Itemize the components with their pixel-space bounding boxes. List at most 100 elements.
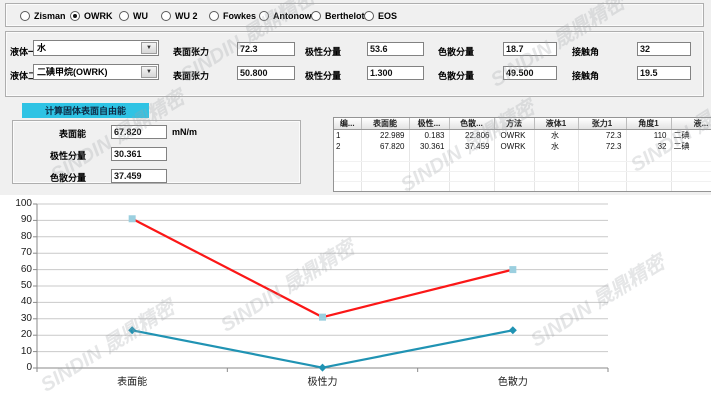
- radio-icon[interactable]: [209, 11, 219, 21]
- y-axis-tick-label: 80: [2, 231, 32, 242]
- contact-angle-label: 接触角: [572, 45, 599, 58]
- col-header-tension1[interactable]: 张力1: [578, 118, 626, 130]
- table-cell[interactable]: 32: [626, 141, 671, 152]
- method-radio-fowkes[interactable]: Fowkes: [209, 9, 256, 22]
- col-header-liquid2[interactable]: 液...: [671, 118, 711, 130]
- table-cell[interactable]: 二碘: [671, 130, 711, 142]
- liquid2-contact-angle-input[interactable]: [637, 66, 691, 80]
- table-cell: [334, 152, 361, 162]
- y-axis-tick-label: 30: [2, 313, 32, 324]
- table-cell[interactable]: 二碘: [671, 141, 711, 152]
- calculate-surface-energy-button[interactable]: 计算固体表面自由能: [22, 103, 149, 118]
- y-axis-tick-label: 0: [2, 362, 32, 373]
- method-radio-wu[interactable]: WU: [119, 9, 148, 22]
- table-empty-row[interactable]: [334, 192, 711, 193]
- table-cell[interactable]: 22.806: [449, 130, 494, 142]
- col-header-surface-energy[interactable]: 表面能: [361, 118, 409, 130]
- surface-energy-app-window: Zisman OWRK WU WU 2 Fowkes Antonow Berth…: [0, 0, 711, 404]
- dispersive-label: 色散分量: [438, 45, 474, 58]
- radio-icon[interactable]: [161, 11, 171, 21]
- diamond-marker: [509, 326, 517, 334]
- table-row[interactable]: 2 67.820 30.361 37.459 OWRK 水 72.3 32 二碘: [334, 141, 711, 152]
- liquid2-select[interactable]: 二碘甲烷(OWRK) ▼: [33, 64, 159, 80]
- radio-icon[interactable]: [119, 11, 129, 21]
- y-axis-tick-label: 40: [2, 296, 32, 307]
- table-row[interactable]: 1 22.989 0.183 22.806 OWRK 水 72.3 110 二碘: [334, 130, 711, 142]
- table-cell: [449, 192, 494, 193]
- surface-energy-value[interactable]: [111, 125, 167, 139]
- polar-component-value[interactable]: [111, 147, 167, 161]
- table-cell[interactable]: 0.183: [409, 130, 449, 142]
- table-cell[interactable]: 水: [534, 130, 578, 142]
- liquid1-contact-angle-input[interactable]: [637, 42, 691, 56]
- liquid2-surface-tension-input[interactable]: [237, 66, 295, 80]
- method-radio-eos[interactable]: EOS: [364, 9, 397, 22]
- table-cell: [626, 182, 671, 192]
- table-cell: [578, 152, 626, 162]
- table-empty-row[interactable]: [334, 182, 711, 192]
- col-header-liquid1[interactable]: 液体1: [534, 118, 578, 130]
- table-cell[interactable]: OWRK: [494, 141, 534, 152]
- table-cell: [361, 182, 409, 192]
- liquid1-select[interactable]: 水 ▼: [33, 40, 159, 56]
- y-axis-tick-label: 90: [2, 214, 32, 225]
- surface-tension-label: 表面张力: [173, 45, 209, 58]
- table-empty-row[interactable]: [334, 162, 711, 172]
- table-cell: [449, 182, 494, 192]
- liquid2-polar-input[interactable]: [367, 66, 424, 80]
- table-cell[interactable]: 67.820: [361, 141, 409, 152]
- table-cell[interactable]: 2: [334, 141, 361, 152]
- col-header-dispersive[interactable]: 色散...: [449, 118, 494, 130]
- dropdown-arrow-icon[interactable]: ▼: [141, 42, 157, 54]
- table-cell: [626, 152, 671, 162]
- radio-icon[interactable]: [311, 11, 321, 21]
- table-cell[interactable]: 37.459: [449, 141, 494, 152]
- method-radio-berthelot[interactable]: Berthelot: [311, 9, 365, 22]
- table-cell: [334, 182, 361, 192]
- radio-label: EOS: [378, 11, 397, 21]
- radio-icon[interactable]: [20, 11, 30, 21]
- surface-energy-chart: 0102030405060708090100 表面能极性力色散力 处理之后处理之…: [0, 195, 711, 404]
- results-table[interactable]: 编... 表面能 极性... 色散... 方法 液体1 张力1 角度1 液...…: [333, 117, 711, 192]
- liquid1-selected-value: 水: [34, 41, 143, 55]
- table-cell: [361, 192, 409, 193]
- method-radio-antonow[interactable]: Antonow: [259, 9, 312, 22]
- col-header-id[interactable]: 编...: [334, 118, 361, 130]
- dropdown-arrow-icon[interactable]: ▼: [141, 66, 157, 78]
- table-cell: [494, 182, 534, 192]
- table-empty-row[interactable]: [334, 172, 711, 182]
- liquid1-dispersive-input[interactable]: [503, 42, 557, 56]
- table-cell: [626, 162, 671, 172]
- table-cell[interactable]: OWRK: [494, 130, 534, 142]
- liquid2-dispersive-input[interactable]: [503, 66, 557, 80]
- table-cell: [626, 172, 671, 182]
- series-line: [132, 330, 513, 367]
- table-cell[interactable]: 1: [334, 130, 361, 142]
- radio-icon[interactable]: [259, 11, 269, 21]
- dispersive-component-value[interactable]: [111, 169, 167, 183]
- table-cell: [671, 182, 711, 192]
- radio-icon[interactable]: [70, 11, 80, 21]
- method-radio-zisman[interactable]: Zisman: [20, 9, 66, 22]
- table-cell[interactable]: 72.3: [578, 130, 626, 142]
- table-cell: [494, 172, 534, 182]
- table-cell[interactable]: 72.3: [578, 141, 626, 152]
- col-header-method[interactable]: 方法: [494, 118, 534, 130]
- table-cell[interactable]: 30.361: [409, 141, 449, 152]
- liquid1-polar-input[interactable]: [367, 42, 424, 56]
- table-cell: [626, 192, 671, 193]
- table-cell[interactable]: 22.989: [361, 130, 409, 142]
- radio-label: Berthelot: [325, 11, 365, 21]
- table-cell[interactable]: 110: [626, 130, 671, 142]
- table-empty-row[interactable]: [334, 152, 711, 162]
- method-radio-owrk[interactable]: OWRK: [70, 9, 113, 22]
- x-axis-category-label: 表面能: [97, 373, 167, 388]
- col-header-polar[interactable]: 极性...: [409, 118, 449, 130]
- radio-icon[interactable]: [364, 11, 374, 21]
- col-header-angle1[interactable]: 角度1: [626, 118, 671, 130]
- liquid1-surface-tension-input[interactable]: [237, 42, 295, 56]
- liquid2-row: 液体二 二碘甲烷(OWRK) ▼ 表面张力 极性分量 色散分量 接触角: [0, 66, 711, 83]
- table-cell[interactable]: 水: [534, 141, 578, 152]
- radio-label: Zisman: [34, 11, 66, 21]
- method-radio-wu2[interactable]: WU 2: [161, 9, 198, 22]
